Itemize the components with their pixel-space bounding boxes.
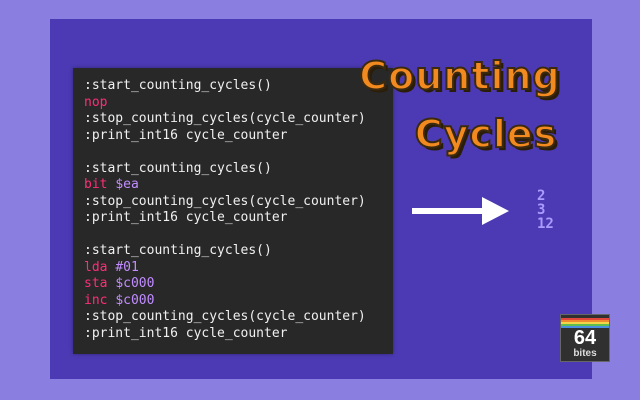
code-operand: #01 xyxy=(115,259,139,275)
code-text: :print_int16 cycle_counter xyxy=(84,127,288,143)
code-opcode: bit xyxy=(84,177,116,192)
cycle-output: 2 3 12 xyxy=(537,189,554,231)
code-line: inc $c000 xyxy=(84,293,393,310)
title-line-1: Counting xyxy=(358,53,561,99)
code-line: :stop_counting_cycles(cycle_counter) xyxy=(84,111,393,128)
code-line: :start_counting_cycles() xyxy=(84,243,393,260)
title-line-2: Cycles xyxy=(414,111,558,157)
output-value: 3 xyxy=(537,202,546,218)
64bites-logo: 64 bites xyxy=(560,314,610,362)
code-operand: $ea xyxy=(115,177,139,192)
code-line: lda #01 xyxy=(84,260,393,277)
code-line: bit $ea xyxy=(84,177,393,194)
code-opcode: sta xyxy=(84,276,116,291)
code-line: nop xyxy=(84,95,393,112)
code-line: :stop_counting_cycles(cycle_counter) xyxy=(84,309,393,326)
code-line: :print_int16 cycle_counter xyxy=(84,210,393,227)
code-panel: :start_counting_cycles() nop:stop_countin… xyxy=(73,68,393,354)
code-text: :start_counting_cycles() xyxy=(84,160,272,176)
code-text: :print_int16 cycle_counter xyxy=(84,325,288,341)
code-line: :print_int16 cycle_counter xyxy=(84,128,393,145)
code-text: :stop_counting_cycles(cycle_counter) xyxy=(84,309,366,324)
arrow-right-icon xyxy=(412,197,509,225)
code-text: :stop_counting_cycles(cycle_counter) xyxy=(84,111,366,126)
output-value: 2 xyxy=(537,188,546,204)
logo-number: 64 xyxy=(573,327,597,349)
code-text: :stop_counting_cycles(cycle_counter) xyxy=(84,193,366,209)
code-opcode: nop xyxy=(84,94,108,110)
logo-text: bites xyxy=(573,348,597,359)
code-opcode: inc xyxy=(84,292,116,308)
code-line: :start_counting_cycles() xyxy=(84,161,393,178)
code-line: :stop_counting_cycles(cycle_counter) xyxy=(84,194,393,211)
code-line: :start_counting_cycles() xyxy=(84,78,393,95)
code-text: :print_int16 cycle_counter xyxy=(84,210,288,225)
code-operand: $c000 xyxy=(115,292,155,308)
code-operand: $c000 xyxy=(115,276,155,291)
code-text: :start_counting_cycles() xyxy=(84,243,272,258)
code-opcode: lda xyxy=(84,259,116,275)
code-text: :start_counting_cycles() xyxy=(84,78,272,93)
code-line: :print_int16 cycle_counter xyxy=(84,326,393,343)
code-line: sta $c000 xyxy=(84,276,393,293)
output-value: 12 xyxy=(537,216,554,232)
